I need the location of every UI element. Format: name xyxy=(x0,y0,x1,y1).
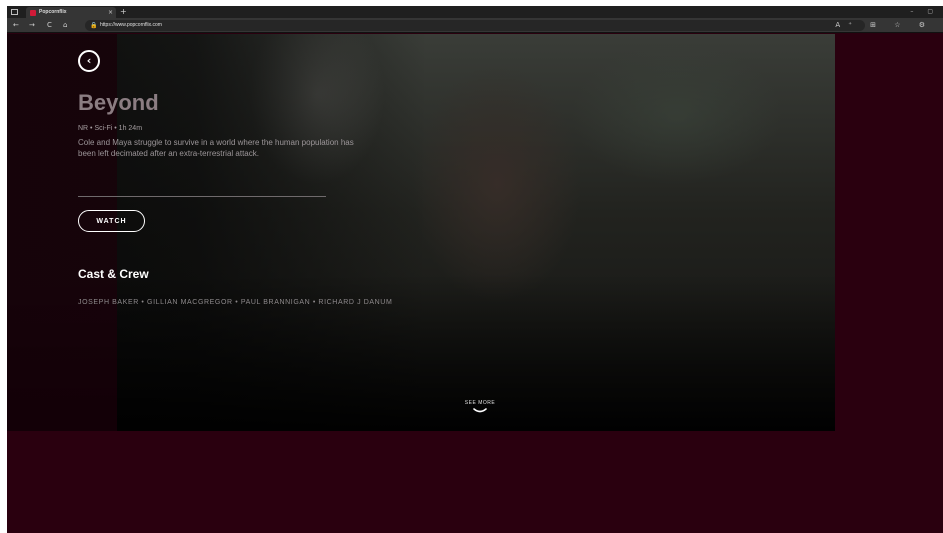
chevron-down-icon xyxy=(473,408,487,413)
reload-icon[interactable]: C xyxy=(47,20,52,30)
tab-bar: Popcornflix × + – ▢ xyxy=(7,6,943,18)
tab-close-icon[interactable]: × xyxy=(108,8,113,17)
address-bar[interactable]: 🔒 https://www.popcornflix.com xyxy=(85,20,865,31)
hero-side-panel-right xyxy=(835,34,943,431)
window-menu-icon[interactable] xyxy=(11,9,18,15)
chevron-left-icon: ‹ xyxy=(86,54,92,67)
tab-popcornflix[interactable]: Popcornflix × xyxy=(26,7,116,18)
movie-title: Beyond xyxy=(78,90,159,115)
divider xyxy=(78,196,326,197)
tab-title: Popcornflix xyxy=(39,9,67,15)
browser-toolbar: ← → C ⌂ 🔒 https://www.popcornflix.com A⁺… xyxy=(7,18,943,33)
watch-button[interactable]: WATCH xyxy=(78,210,145,232)
forward-arrow-icon[interactable]: → xyxy=(29,20,35,30)
home-icon[interactable]: ⌂ xyxy=(63,20,67,30)
page-content: ‹ Beyond NR • Sci-Fi • 1h 24m Cole and M… xyxy=(7,34,943,533)
cast-heading: Cast & Crew xyxy=(78,267,149,281)
cast-list: JOSEPH BAKER • GILLIAN MACGREGOR • PAUL … xyxy=(78,299,393,306)
favicon-icon xyxy=(30,10,36,16)
see-more-label: SEE MORE xyxy=(464,400,496,406)
toolbar-actions[interactable]: A⁺ ⊞ ☆ ⚙ xyxy=(835,20,933,30)
lock-icon: 🔒 xyxy=(90,22,98,29)
movie-meta: NR • Sci-Fi • 1h 24m xyxy=(78,125,143,132)
browser-window: Popcornflix × + – ▢ ← → C ⌂ 🔒 https://ww… xyxy=(7,6,943,533)
url-text[interactable]: https://www.popcornflix.com xyxy=(100,21,162,30)
back-arrow-icon[interactable]: ← xyxy=(13,20,19,30)
hero-section: ‹ Beyond NR • Sci-Fi • 1h 24m Cole and M… xyxy=(7,34,943,431)
window-controls[interactable]: – ▢ xyxy=(910,6,939,18)
back-button[interactable]: ‹ xyxy=(78,50,100,72)
movie-description: Cole and Maya struggle to survive in a w… xyxy=(78,138,354,158)
see-more-button[interactable]: SEE MORE xyxy=(455,400,505,414)
new-tab-button[interactable]: + xyxy=(120,6,127,18)
